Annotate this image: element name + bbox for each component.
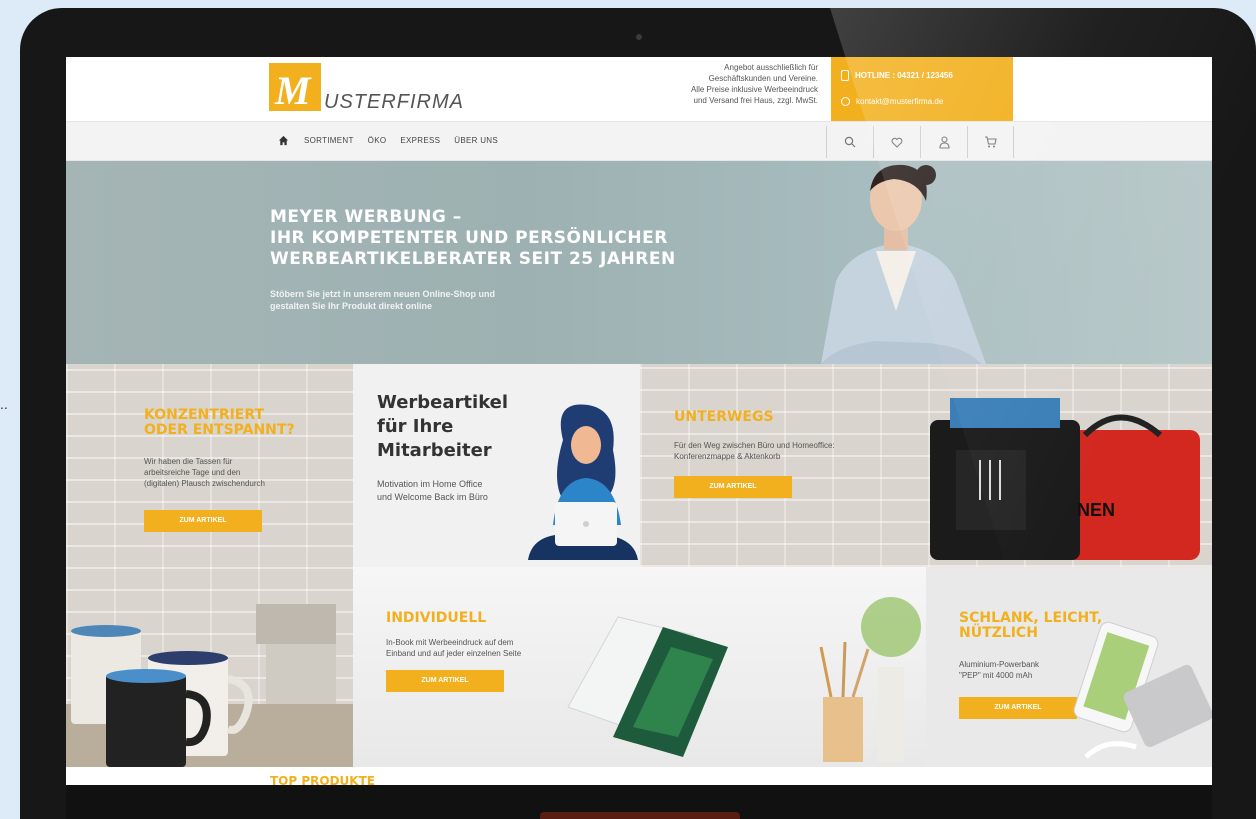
tile-unterwegs-desc: Für den Weg zwischen Büro und Homeoffice… bbox=[674, 441, 835, 461]
nav-item-oeko[interactable]: ÖKO bbox=[368, 136, 387, 145]
woman-laptop-illustration bbox=[528, 404, 638, 560]
tile-schlank[interactable]: SCHLANK, LEICHT, NÜTZLICH Aluminium-Powe… bbox=[926, 567, 1212, 767]
tile-konzentriert-desc: Wir haben die Tassen für arbeitsreiche T… bbox=[144, 457, 265, 488]
nav-item-ueber-uns[interactable]: ÜBER UNS bbox=[454, 136, 498, 145]
page-edge-dots: .. bbox=[0, 396, 8, 412]
tile-schlank-button[interactable]: ZUM ARTIKEL bbox=[959, 697, 1077, 719]
tile-unterwegs-title: UNTERWEGS bbox=[674, 409, 774, 425]
home-icon[interactable] bbox=[278, 135, 289, 146]
footer-peek: TOP PRODUKTE bbox=[66, 767, 1212, 785]
tile-individuell-title: INDIVIDUELL bbox=[386, 610, 487, 626]
hero-headline: MEYER WERBUNG – IHR KOMPETENTER UND PERS… bbox=[270, 207, 676, 269]
site-header: M USTERFIRMA Angebot ausschließlich für … bbox=[66, 57, 1212, 121]
offer-note: Angebot ausschließlich für Geschäftskund… bbox=[690, 63, 818, 105]
bags-image bbox=[930, 398, 1200, 560]
hero-banner[interactable]: MEYER WERBUNG – IHR KOMPETENTER UND PERS… bbox=[66, 161, 1212, 364]
tile-konzentriert-title: KONZENTRIERT ODER ENTSPANNT? bbox=[144, 407, 295, 438]
phone-icon bbox=[841, 69, 849, 81]
tile-individuell-desc: In-Book mit Werbeeindruck auf dem Einban… bbox=[386, 638, 522, 658]
main-nav: SORTIMENT ÖKO EXPRESS ÜBER UNS bbox=[66, 121, 1212, 161]
tile-werbeartikel[interactable]: Werbeartikel für Ihre Mitarbeiter Motiva… bbox=[353, 364, 640, 567]
hero-woman-image bbox=[821, 164, 986, 364]
heart-icon[interactable] bbox=[873, 126, 920, 158]
tile-schlank-desc: Aluminium-Powerbank "PEP" mit 4000 mAh bbox=[959, 660, 1040, 680]
notebooks-image bbox=[567, 597, 921, 762]
mugs-image bbox=[66, 604, 353, 767]
user-icon[interactable] bbox=[920, 126, 967, 158]
nav-item-express[interactable]: EXPRESS bbox=[400, 136, 440, 145]
email-link[interactable]: kontakt@musterfirma.de bbox=[841, 94, 1003, 108]
logo-text[interactable]: USTERFIRMA bbox=[324, 91, 464, 114]
mail-icon bbox=[841, 96, 850, 106]
tile-individuell-button[interactable]: ZUM ARTIKEL bbox=[386, 670, 504, 692]
bag-print: NEN bbox=[1077, 500, 1116, 520]
tile-konzentriert-button[interactable]: ZUM ARTIKEL bbox=[144, 510, 262, 532]
tile-werbeartikel-title: Werbeartikel für Ihre Mitarbeiter bbox=[377, 392, 509, 461]
hero-subline: Stöbern Sie jetzt in unserem neuen Onlin… bbox=[270, 289, 496, 311]
tile-unterwegs-button[interactable]: ZUM ARTIKEL bbox=[674, 476, 792, 498]
hotline[interactable]: HOTLINE : 04321 / 123456 bbox=[841, 68, 1003, 82]
nav-item-sortiment[interactable]: SORTIMENT bbox=[304, 136, 354, 145]
laptop-hinge bbox=[540, 812, 740, 819]
powerbank-image bbox=[1073, 621, 1212, 759]
tile-werbeartikel-desc: Motivation im Home Office und Welcome Ba… bbox=[377, 479, 488, 502]
tile-unterwegs[interactable]: UNTERWEGS Für den Weg zwischen Büro und … bbox=[640, 364, 1212, 567]
contact-box: HOTLINE : 04321 / 123456 kontakt@musterf… bbox=[831, 57, 1013, 121]
search-icon[interactable] bbox=[826, 126, 873, 158]
tile-konzentriert[interactable]: KONZENTRIERT ODER ENTSPANNT? Wir haben d… bbox=[66, 364, 353, 767]
tile-individuell[interactable]: INDIVIDUELL In-Book mit Werbeeindruck au… bbox=[353, 567, 926, 767]
webcam bbox=[636, 34, 642, 40]
logo-letter[interactable]: M bbox=[275, 71, 311, 111]
laptop-screen: M USTERFIRMA Angebot ausschließlich für … bbox=[66, 57, 1212, 785]
cart-icon[interactable] bbox=[967, 126, 1014, 158]
top-products-heading: TOP PRODUKTE bbox=[270, 774, 375, 785]
